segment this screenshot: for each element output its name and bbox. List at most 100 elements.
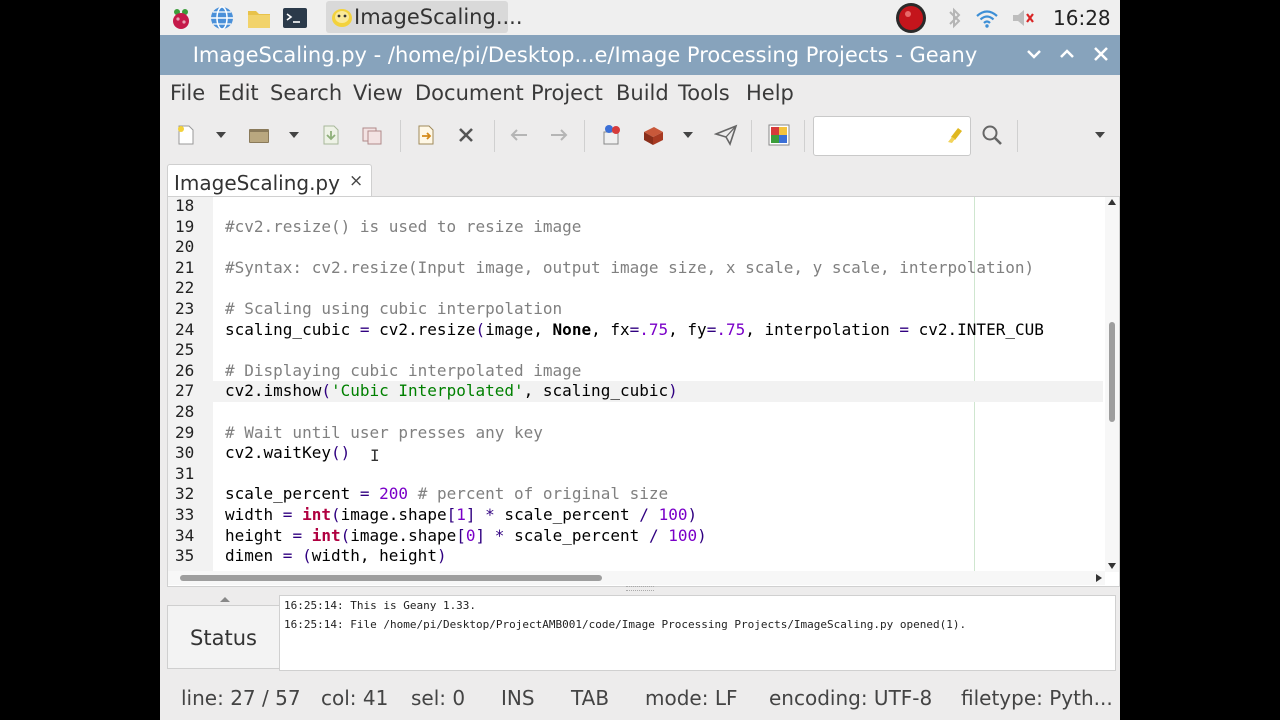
file-manager-icon[interactable] <box>246 5 272 31</box>
code-line[interactable]: 24 scaling_cubic = cv2.resize(image, None… <box>168 320 1103 341</box>
chevron-up-icon <box>1060 49 1074 58</box>
minimize-button[interactable] <box>1020 40 1048 68</box>
status-line: line: 27 / 57 <box>181 686 301 710</box>
scroll-down-arrow-icon[interactable] <box>1108 563 1116 569</box>
code-text: height = int(image.shape[0] * scale_perc… <box>225 525 707 545</box>
line-number: 34 <box>175 525 195 545</box>
vertical-scrollbar[interactable] <box>1105 197 1119 572</box>
code-line[interactable]: 32 scale_percent = 200 # percent of origi… <box>168 484 1103 505</box>
status-encoding: encoding: UTF-8 <box>769 686 933 710</box>
code-line[interactable]: 20 <box>168 237 1103 258</box>
close-file-icon[interactable] <box>454 123 478 147</box>
menubar: File Edit Search View Document Project B… <box>160 76 1120 112</box>
system-taskbar: ImageScaling.... 16:28 <box>160 0 1120 36</box>
statusbar: line: 27 / 57 col: 41 sel: 0 INS TAB mod… <box>160 676 1120 720</box>
save-icon[interactable] <box>319 123 343 147</box>
vertical-scroll-thumb[interactable] <box>1109 322 1115 422</box>
code-line[interactable]: 18 <box>168 196 1103 217</box>
code-line[interactable]: 23 # Scaling using cubic interpolation <box>168 299 1103 320</box>
line-number: 23 <box>175 298 195 318</box>
line-number: 27 <box>175 381 195 401</box>
message-tabs-scroll-up-icon[interactable] <box>220 597 230 602</box>
close-window-button[interactable] <box>1087 40 1115 68</box>
code-line[interactable]: 31 <box>168 464 1103 485</box>
code-line[interactable]: 19 #cv2.resize() is used to resize image <box>168 217 1103 238</box>
code-line[interactable]: 27 cv2.imshow('Cubic Interpolated', scali… <box>168 381 1103 402</box>
code-line[interactable]: 35 dimen = (width, height) <box>168 546 1103 567</box>
open-file-icon[interactable] <box>247 123 271 147</box>
terminal-icon[interactable] <box>282 5 308 31</box>
clear-search-icon[interactable] <box>945 125 965 145</box>
tab-status[interactable]: Status <box>167 605 280 669</box>
wifi-icon[interactable] <box>974 5 1000 31</box>
code-text: scale_percent = 200 # percent of origina… <box>225 484 669 504</box>
tab-status-label: Status <box>190 626 257 650</box>
code-line[interactable]: 25 <box>168 340 1103 361</box>
code-text: # Displaying cubic interpolated image <box>225 360 582 380</box>
code-text: # Scaling using cubic interpolation <box>225 298 563 318</box>
code-text: #cv2.resize() is used to resize image <box>225 216 582 236</box>
compile-icon[interactable] <box>600 123 624 147</box>
menu-help[interactable]: Help <box>746 81 794 105</box>
status-message: 16:25:14: This is Geany 1.33. <box>284 599 477 612</box>
close-icon <box>1094 47 1108 61</box>
line-number: 30 <box>175 443 195 463</box>
pane-splitter-handle[interactable] <box>626 586 654 591</box>
code-line[interactable]: 34 height = int(image.shape[0] * scale_pe… <box>168 526 1103 547</box>
code-text: width = int(image.shape[1] * scale_perce… <box>225 504 698 524</box>
revert-icon[interactable] <box>414 123 438 147</box>
status-col: col: 41 <box>321 686 389 710</box>
build-dropdown[interactable] <box>683 132 693 138</box>
code-line[interactable]: 26 # Displaying cubic interpolated image <box>168 361 1103 382</box>
status-message-list[interactable]: 16:25:14: This is Geany 1.33. 16:25:14: … <box>279 595 1116 671</box>
menu-search[interactable]: Search <box>270 81 342 105</box>
document-tabbar: ImageScaling.py × <box>160 158 1120 197</box>
toolbar-overflow-dropdown[interactable] <box>1095 132 1105 138</box>
menu-tools[interactable]: Tools <box>678 81 730 105</box>
scroll-up-arrow-icon[interactable] <box>1108 199 1116 205</box>
raspberry-menu-icon[interactable] <box>168 5 194 31</box>
line-number: 18 <box>175 196 195 215</box>
web-browser-icon[interactable] <box>209 5 235 31</box>
menu-edit[interactable]: Edit <box>218 81 259 105</box>
line-number: 25 <box>175 340 195 360</box>
volume-muted-icon[interactable] <box>1010 5 1036 31</box>
search-icon[interactable] <box>980 123 1004 147</box>
status-line-ending: mode: LF <box>645 686 738 710</box>
code-line[interactable]: 28 <box>168 402 1103 423</box>
code-lines: 18 19 #cv2.resize() is used to resize imag… <box>168 196 1103 567</box>
color-chooser-icon[interactable] <box>767 123 791 147</box>
code-line[interactable]: 30 cv2.waitKey() <box>168 443 1103 464</box>
code-line[interactable]: 21 #Syntax: cv2.resize(Input image, outpu… <box>168 258 1103 279</box>
tab-imagescaling[interactable]: ImageScaling.py × <box>167 164 372 197</box>
menu-document[interactable]: Document <box>415 81 524 105</box>
status-message: 16:25:14: File /home/pi/Desktop/ProjectA… <box>284 618 967 631</box>
execute-icon[interactable] <box>714 123 738 147</box>
chevron-down-icon <box>1027 50 1041 59</box>
record-icon[interactable] <box>895 2 927 34</box>
code-line[interactable]: 29 # Wait until user presses any key <box>168 423 1103 444</box>
new-file-dropdown[interactable] <box>216 132 226 138</box>
new-file-icon[interactable] <box>174 123 198 147</box>
horizontal-scrollbar[interactable] <box>168 571 1105 585</box>
bluetooth-icon[interactable] <box>941 5 967 31</box>
menu-file[interactable]: File <box>170 81 205 105</box>
code-line[interactable]: 33 width = int(image.shape[1] * scale_per… <box>168 505 1103 526</box>
line-number: 33 <box>175 504 195 524</box>
menu-view[interactable]: View <box>353 81 403 105</box>
menu-build[interactable]: Build <box>616 81 669 105</box>
tab-close-icon[interactable]: × <box>349 171 363 191</box>
build-icon[interactable] <box>641 123 665 147</box>
horizontal-scroll-thumb[interactable] <box>180 575 602 581</box>
menu-project[interactable]: Project <box>531 81 603 105</box>
open-file-dropdown[interactable] <box>289 132 299 138</box>
back-arrow-icon[interactable] <box>507 123 531 147</box>
line-number: 35 <box>175 546 195 566</box>
save-all-icon[interactable] <box>360 123 384 147</box>
code-line[interactable]: 22 <box>168 278 1103 299</box>
maximize-button[interactable] <box>1053 40 1081 68</box>
code-text: dimen = (width, height) <box>225 546 447 566</box>
scroll-right-arrow-icon[interactable] <box>1096 574 1102 582</box>
forward-arrow-icon[interactable] <box>547 123 571 147</box>
code-editor[interactable]: 18 19 #cv2.resize() is used to resize imag… <box>167 196 1120 587</box>
